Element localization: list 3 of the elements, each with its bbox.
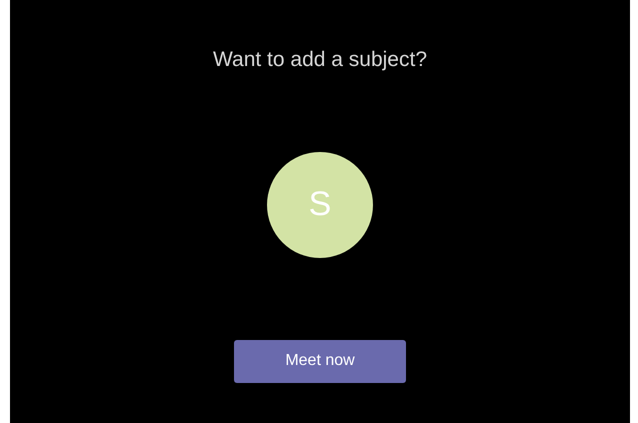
avatar: S xyxy=(267,152,373,258)
subject-prompt: Want to add a subject? xyxy=(212,47,428,73)
meet-now-button[interactable]: Meet now xyxy=(234,340,406,382)
